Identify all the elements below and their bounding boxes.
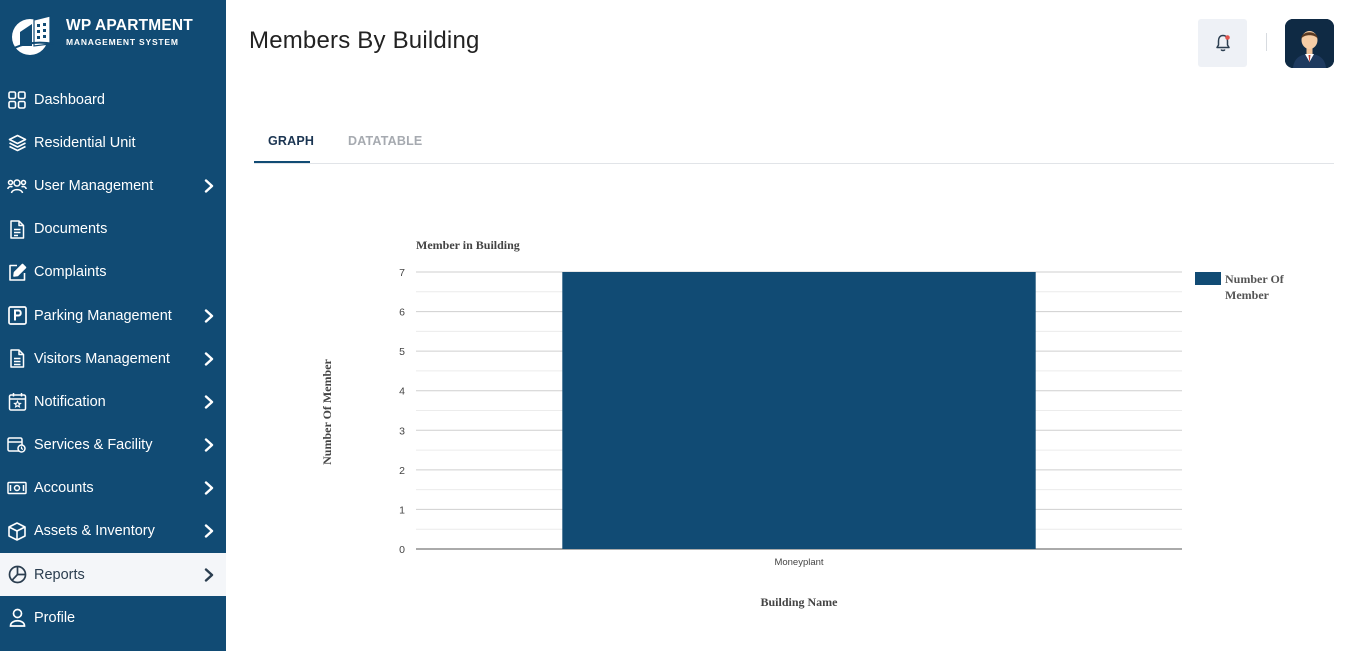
services-icon [7,435,27,455]
sidebar-item-label: Notification [34,393,106,410]
bell-icon [1215,34,1230,52]
sidebar-item-label: Complaints [34,264,107,281]
sidebar-item-label: Profile [34,609,76,626]
sidebar-item-label: Documents [34,221,108,238]
sidebar-item-label: Visitors Management [34,350,170,367]
notification-button[interactable] [1198,19,1247,67]
sidebar-item-accounts[interactable]: Accounts [0,467,226,510]
sidebar-item-services-facility[interactable]: Services & Facility [0,424,226,467]
members-chart: Member in Building Number Of Member Buil… [300,225,1340,625]
sidebar-item-complaints[interactable]: Complaints [0,251,226,294]
building-logo-icon [12,15,55,55]
sidebar-menu: Dashboard Residential Unit User Manageme… [0,78,226,639]
sidebar-item-label: Reports [34,566,85,583]
page-title: Members By Building [249,27,480,54]
app-logo[interactable]: WP APARTMENT MANAGEMENT SYSTEM [10,12,220,58]
report-tabs: GRAPH DATATABLE [254,126,1334,164]
legend-swatch [1195,272,1221,285]
y-tick-label: 3 [399,425,405,437]
chevron-right-icon [204,179,214,193]
y-tick-label: 5 [399,346,405,358]
tab-graph[interactable]: GRAPH [268,134,314,148]
sidebar-item-label: Residential Unit [34,134,136,151]
y-axis-label: Number Of Member [320,358,334,464]
sidebar-item-label: Dashboard [34,91,105,108]
legend-label: Number Of Member [1225,272,1285,302]
y-tick-label: 2 [399,465,405,477]
sidebar-item-label: Services & Facility [34,437,153,454]
parking-icon [7,306,27,326]
chevron-right-icon [204,524,214,539]
sidebar-item-label: Accounts [34,480,94,497]
chevron-right-icon [204,567,214,582]
dashboard-grid-icon [7,90,27,110]
tab-datatable[interactable]: DATATABLE [348,134,422,148]
sidebar-item-label: User Management [34,177,154,194]
header-divider [1266,33,1267,51]
x-tick-label: Moneyplant [774,557,823,568]
edit-icon [7,262,27,282]
sidebar-item-assets-inventory[interactable]: Assets & Inventory [0,510,226,553]
calendar-star-icon [7,392,27,412]
sidebar-item-reports[interactable]: Reports [0,553,226,597]
visitor-doc-icon [7,349,27,369]
chevron-right-icon [204,395,214,409]
sidebar-item-parking-management[interactable]: Parking Management [0,294,226,337]
y-tick-label: 6 [399,307,405,319]
bar-chart: Member in Building Number Of Member Buil… [320,238,1285,609]
sidebar-item-label: Parking Management [34,307,172,324]
y-tick-label: 1 [399,504,405,516]
pie-chart-icon [7,565,27,585]
x-axis-label: Building Name [760,595,838,609]
y-tick-label: 7 [399,267,405,279]
y-tick-label: 4 [399,386,405,398]
sidebar-item-dashboard[interactable]: Dashboard [0,78,226,121]
sidebar-item-residential-unit[interactable]: Residential Unit [0,121,226,164]
sidebar-item-visitors-management[interactable]: Visitors Management [0,337,226,380]
users-icon [7,176,27,196]
sidebar-item-notification[interactable]: Notification [0,380,226,423]
active-tab-indicator [254,161,310,163]
chevron-right-icon [204,438,214,452]
layers-icon [7,133,27,153]
y-tick-label: 0 [399,544,405,556]
chevron-right-icon [204,308,214,323]
document-icon [7,219,27,239]
sidebar-item-user-management[interactable]: User Management [0,164,226,207]
sidebar-item-profile[interactable]: Profile [0,596,226,639]
chart-bars [562,272,1036,549]
avatar[interactable] [1285,19,1334,68]
brand-title: WP APARTMENT [66,17,193,34]
box-icon [7,521,27,541]
user-avatar-icon [1285,19,1334,68]
sidebar: WP APARTMENT MANAGEMENT SYSTEM Dashboard… [0,0,226,651]
sidebar-item-label: Assets & Inventory [34,523,155,540]
chevron-right-icon [204,481,214,495]
chart-title: Member in Building [416,238,520,252]
chevron-right-icon [204,352,214,366]
money-icon [7,478,27,498]
user-icon [7,608,27,628]
sidebar-item-documents[interactable]: Documents [0,208,226,251]
brand-subtitle: MANAGEMENT SYSTEM [66,37,179,47]
bar [562,272,1036,549]
chart-legend: Number Of Member [1195,272,1285,302]
